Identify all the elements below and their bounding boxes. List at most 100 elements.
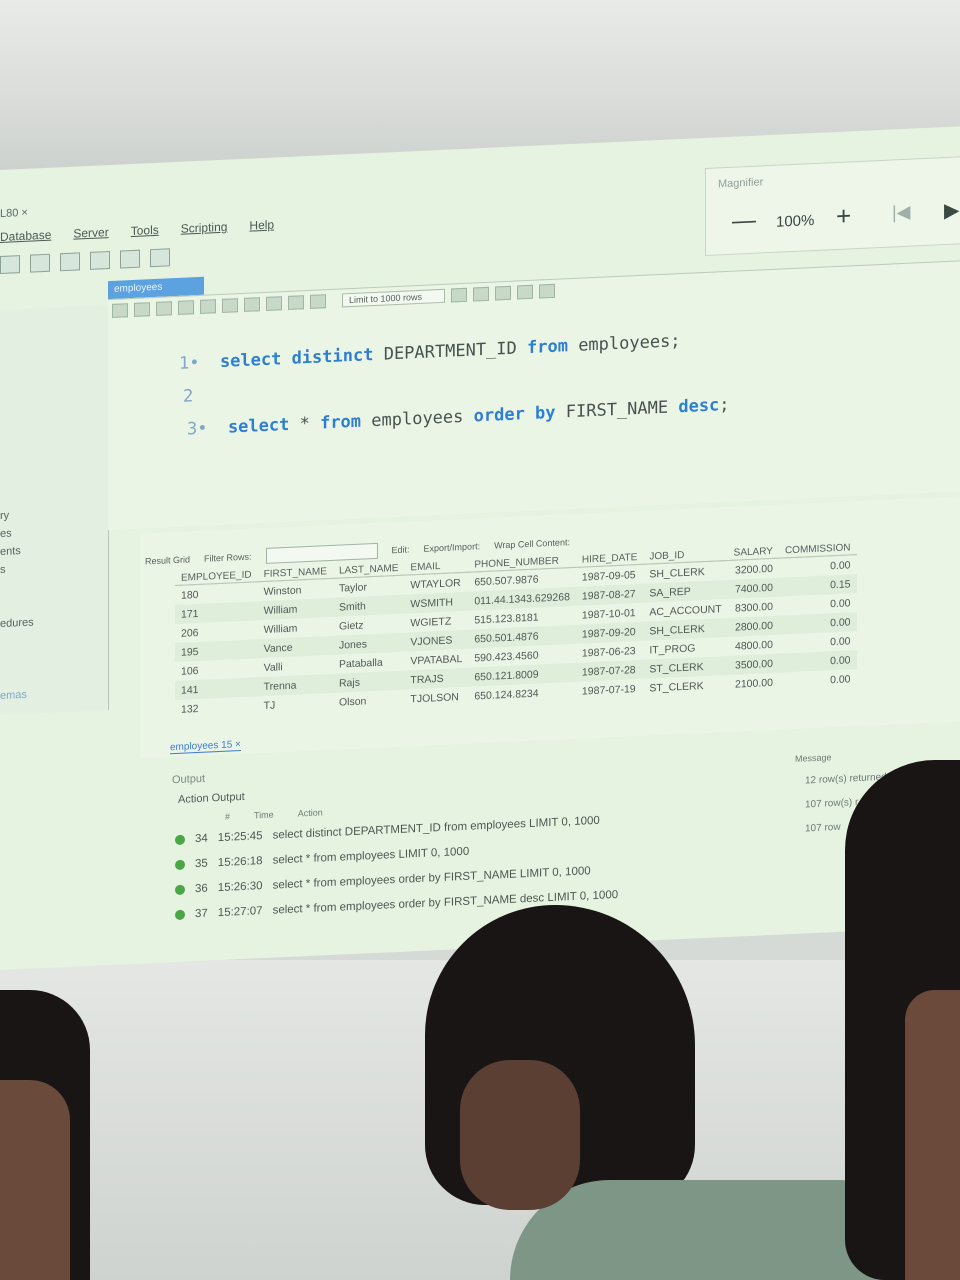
invisible-chars-icon[interactable] <box>517 284 534 300</box>
output-row[interactable]: 36 15:26:30 select * from employees orde… <box>175 865 591 896</box>
menu-tools[interactable]: Tools <box>131 223 159 246</box>
output-time: 15:27:07 <box>217 905 263 920</box>
execute-icon[interactable] <box>156 301 172 316</box>
menu-server[interactable]: Server <box>73 225 108 249</box>
execute-current-icon[interactable] <box>178 300 194 315</box>
menu-scripting[interactable]: Scripting <box>181 220 228 244</box>
limit-rows-select[interactable]: Limit to 1000 rows <box>342 288 446 308</box>
navigator-item[interactable]: edures <box>0 616 34 630</box>
output-num: 37 <box>195 907 208 921</box>
stop-icon[interactable] <box>222 298 238 313</box>
sql-text: employees <box>361 406 474 432</box>
magnifier-title: Magnifier <box>718 176 764 191</box>
magnifier-window: Magnifier — 100% + |◀ ▶ <box>705 156 960 256</box>
table-cell[interactable]: TJOLSON <box>404 687 468 709</box>
autocommit-icon[interactable] <box>310 294 326 309</box>
sql-keyword: order by <box>473 402 556 427</box>
audience-face <box>905 990 960 1280</box>
zoom-out-icon[interactable]: — <box>732 207 756 236</box>
table-cell[interactable]: ST_CLERK <box>643 675 727 698</box>
zoom-in-icon[interactable]: + <box>836 200 851 232</box>
output-message: 107 row(s) r <box>805 797 859 811</box>
audience-face <box>0 1080 70 1280</box>
sql-keyword: select distinct <box>219 345 374 373</box>
sql-keyword: from <box>320 411 362 434</box>
statement-marker: • <box>197 418 208 440</box>
output-col-message: Message <box>795 752 832 764</box>
main-toolbar <box>0 248 170 278</box>
line-number: 3 <box>186 419 198 440</box>
search-table-icon[interactable] <box>150 248 170 268</box>
success-icon <box>175 859 185 871</box>
sql-text: ; <box>719 394 730 416</box>
table-cell[interactable]: TJ <box>258 693 333 715</box>
output-time: 15:26:18 <box>217 855 263 870</box>
navigator-item[interactable]: s <box>0 564 6 576</box>
table-cell[interactable]: 2800.00 <box>727 615 779 637</box>
open-script-icon[interactable] <box>60 252 80 272</box>
output-mode-select[interactable]: Action Output <box>178 791 245 806</box>
output-action: select * from employees order by FIRST_N… <box>272 865 591 892</box>
table-cell[interactable]: 3500.00 <box>727 653 779 675</box>
menu-help[interactable]: Help <box>249 218 274 241</box>
table-cell[interactable]: 2100.00 <box>728 673 779 694</box>
menu-database[interactable]: Database <box>0 228 51 252</box>
filter-rows-label: Filter Rows: <box>204 551 252 564</box>
save-icon[interactable] <box>134 302 150 317</box>
beautify-icon[interactable] <box>473 286 490 302</box>
play-icon[interactable]: ▶ <box>944 197 959 223</box>
output-col-num: # <box>225 811 231 822</box>
open-file-icon[interactable] <box>112 303 128 318</box>
output-col-action: Action <box>297 807 323 819</box>
success-icon <box>175 909 185 921</box>
navigator-panel: ry es ents s edures emas <box>0 305 109 715</box>
output-header: # Time Action <box>225 807 323 821</box>
audience-face <box>460 1060 580 1210</box>
table-icon[interactable] <box>120 249 140 269</box>
table-cell[interactable]: Olson <box>333 690 404 712</box>
schema-icon[interactable] <box>90 251 110 270</box>
new-connection-icon[interactable] <box>0 255 20 274</box>
table-cell[interactable]: 1987-07-19 <box>576 679 643 701</box>
wrap-icon[interactable] <box>539 283 556 299</box>
output-num: 36 <box>195 882 208 896</box>
table-cell[interactable]: 4800.00 <box>728 635 779 656</box>
table-cell[interactable]: 0.00 <box>779 669 857 692</box>
explain-icon[interactable] <box>200 299 216 314</box>
menu-bar: Database Server Tools Scripting Help <box>0 218 274 252</box>
commit-icon[interactable] <box>266 296 282 311</box>
projected-screen: L80 × Database Server Tools Scripting He… <box>0 126 960 970</box>
output-action: select * from employees LIMIT 0, 1000 <box>272 845 470 867</box>
output-num: 35 <box>195 857 208 871</box>
success-icon <box>175 834 185 846</box>
sql-keyword: select <box>227 414 290 438</box>
navigator-item[interactable]: ents <box>0 545 21 558</box>
output-num: 34 <box>195 832 208 846</box>
sql-text: * <box>289 413 321 435</box>
table-cell[interactable]: 8300.00 <box>728 597 779 618</box>
toggle-error-icon[interactable] <box>244 297 260 312</box>
navigator-item[interactable]: es <box>0 527 12 540</box>
output-row[interactable]: 35 15:26:18 select * from employees LIMI… <box>175 846 469 871</box>
zoom-level: 100% <box>776 212 815 231</box>
table-cell[interactable]: 132 <box>175 696 258 719</box>
table-cell[interactable]: 3200.00 <box>728 558 779 580</box>
sql-keyword: desc <box>678 395 720 418</box>
sql-text: employees; <box>567 331 681 357</box>
sql-text: DEPARTMENT_ID <box>373 338 527 366</box>
result-table: EMPLOYEE_ID FIRST_NAME LAST_NAME EMAIL P… <box>175 541 857 719</box>
output-message: 107 row <box>805 821 841 835</box>
table-cell[interactable]: 7400.00 <box>727 577 779 599</box>
window-tab-title[interactable]: L80 × <box>0 207 28 220</box>
result-grid-button[interactable]: Result Grid <box>145 554 190 566</box>
skip-back-icon[interactable]: |◀ <box>892 202 911 224</box>
schemas-tab[interactable]: emas <box>0 689 27 702</box>
navigator-item[interactable]: ry <box>0 510 9 522</box>
open-sql-icon[interactable] <box>30 253 50 273</box>
sql-text: FIRST_NAME <box>555 397 679 423</box>
bookmark-icon[interactable] <box>451 287 468 303</box>
edit-label: Edit: <box>391 544 410 556</box>
rollback-icon[interactable] <box>288 295 304 310</box>
output-time: 15:26:30 <box>217 880 263 895</box>
find-icon[interactable] <box>495 285 512 301</box>
